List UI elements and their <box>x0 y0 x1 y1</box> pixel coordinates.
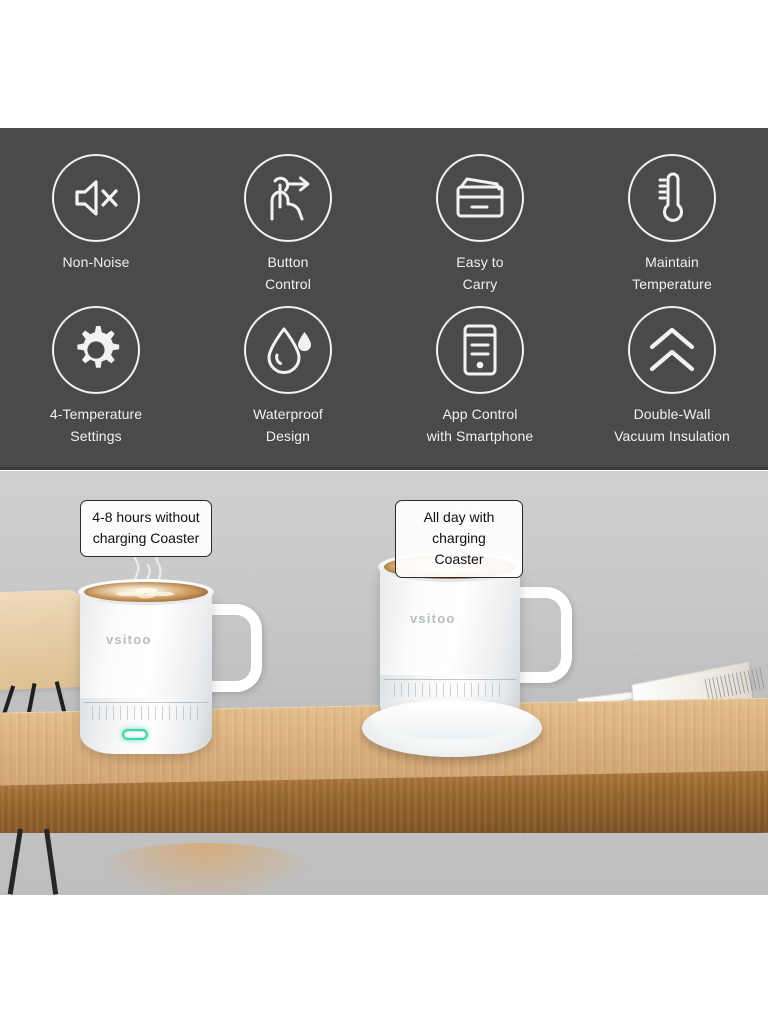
double-chevron-up-icon <box>628 306 716 394</box>
mug-dial-ticks <box>394 683 506 697</box>
feature-waterproof-design: Waterproof Design <box>192 306 384 447</box>
mug-without-coaster: vsitoo <box>74 534 274 776</box>
left-callout: 4-8 hours without charging Coaster <box>80 500 212 557</box>
mute-speaker-icon <box>52 154 140 242</box>
feature-label: Easy to Carry <box>456 254 504 292</box>
brand-logo: vsitoo <box>106 632 152 647</box>
feature-app-control: App Control with Smartphone <box>384 306 576 447</box>
feature-label: Button Control <box>265 254 311 292</box>
feature-row-2: 4-Temperature Settings Waterproof Design <box>0 306 768 447</box>
briefcase-icon <box>436 154 524 242</box>
thermometer-icon <box>628 154 716 242</box>
feature-easy-to-carry: Easy to Carry <box>384 154 576 295</box>
product-feature-image: Non-Noise Button Control Easy to Carry M… <box>0 0 768 1024</box>
right-callout: All day with charging Coaster <box>395 500 523 578</box>
feature-label: 4-Temperature Settings <box>49 406 143 444</box>
feature-panel: Non-Noise Button Control Easy to Carry M… <box>0 128 768 470</box>
mug-with-coaster: vsitoo <box>362 503 584 779</box>
mug-dial-line <box>384 679 516 680</box>
brand-logo: vsitoo <box>410 611 456 626</box>
feature-4-temperature-settings: 4-Temperature Settings <box>0 306 192 447</box>
wooden-chair <box>0 589 86 691</box>
floor-shadow <box>90 843 320 895</box>
feature-label: Non-Noise <box>62 254 130 270</box>
gear-icon <box>52 306 140 394</box>
feature-label: Maintain Temperature <box>632 254 712 292</box>
feature-non-noise: Non-Noise <box>0 154 192 295</box>
led-indicator <box>122 729 148 740</box>
feature-label: App Control with Smartphone <box>426 406 534 444</box>
coffee-surface <box>84 582 208 602</box>
feature-row-1: Non-Noise Button Control Easy to Carry M… <box>0 154 768 295</box>
feature-maintain-temperature: Maintain Temperature <box>576 154 768 295</box>
hand-tap-arrow-icon <box>244 154 332 242</box>
latte-art <box>101 584 191 600</box>
charging-coaster-surface <box>370 701 534 739</box>
smartphone-icon <box>436 306 524 394</box>
feature-label: Waterproof Design <box>253 406 323 444</box>
product-photo: vsitoo vsitoo 4-8 hours without charging… <box>0 471 768 895</box>
water-drop-icon <box>244 306 332 394</box>
feature-button-control: Button Control <box>192 154 384 295</box>
mug-dial-ticks <box>92 706 200 720</box>
feature-double-wall-insulation: Double-Wall Vacuum Insulation <box>576 306 768 447</box>
feature-label: Double-Wall Vacuum Insulation <box>614 406 730 444</box>
mug-dial-line <box>84 702 208 703</box>
